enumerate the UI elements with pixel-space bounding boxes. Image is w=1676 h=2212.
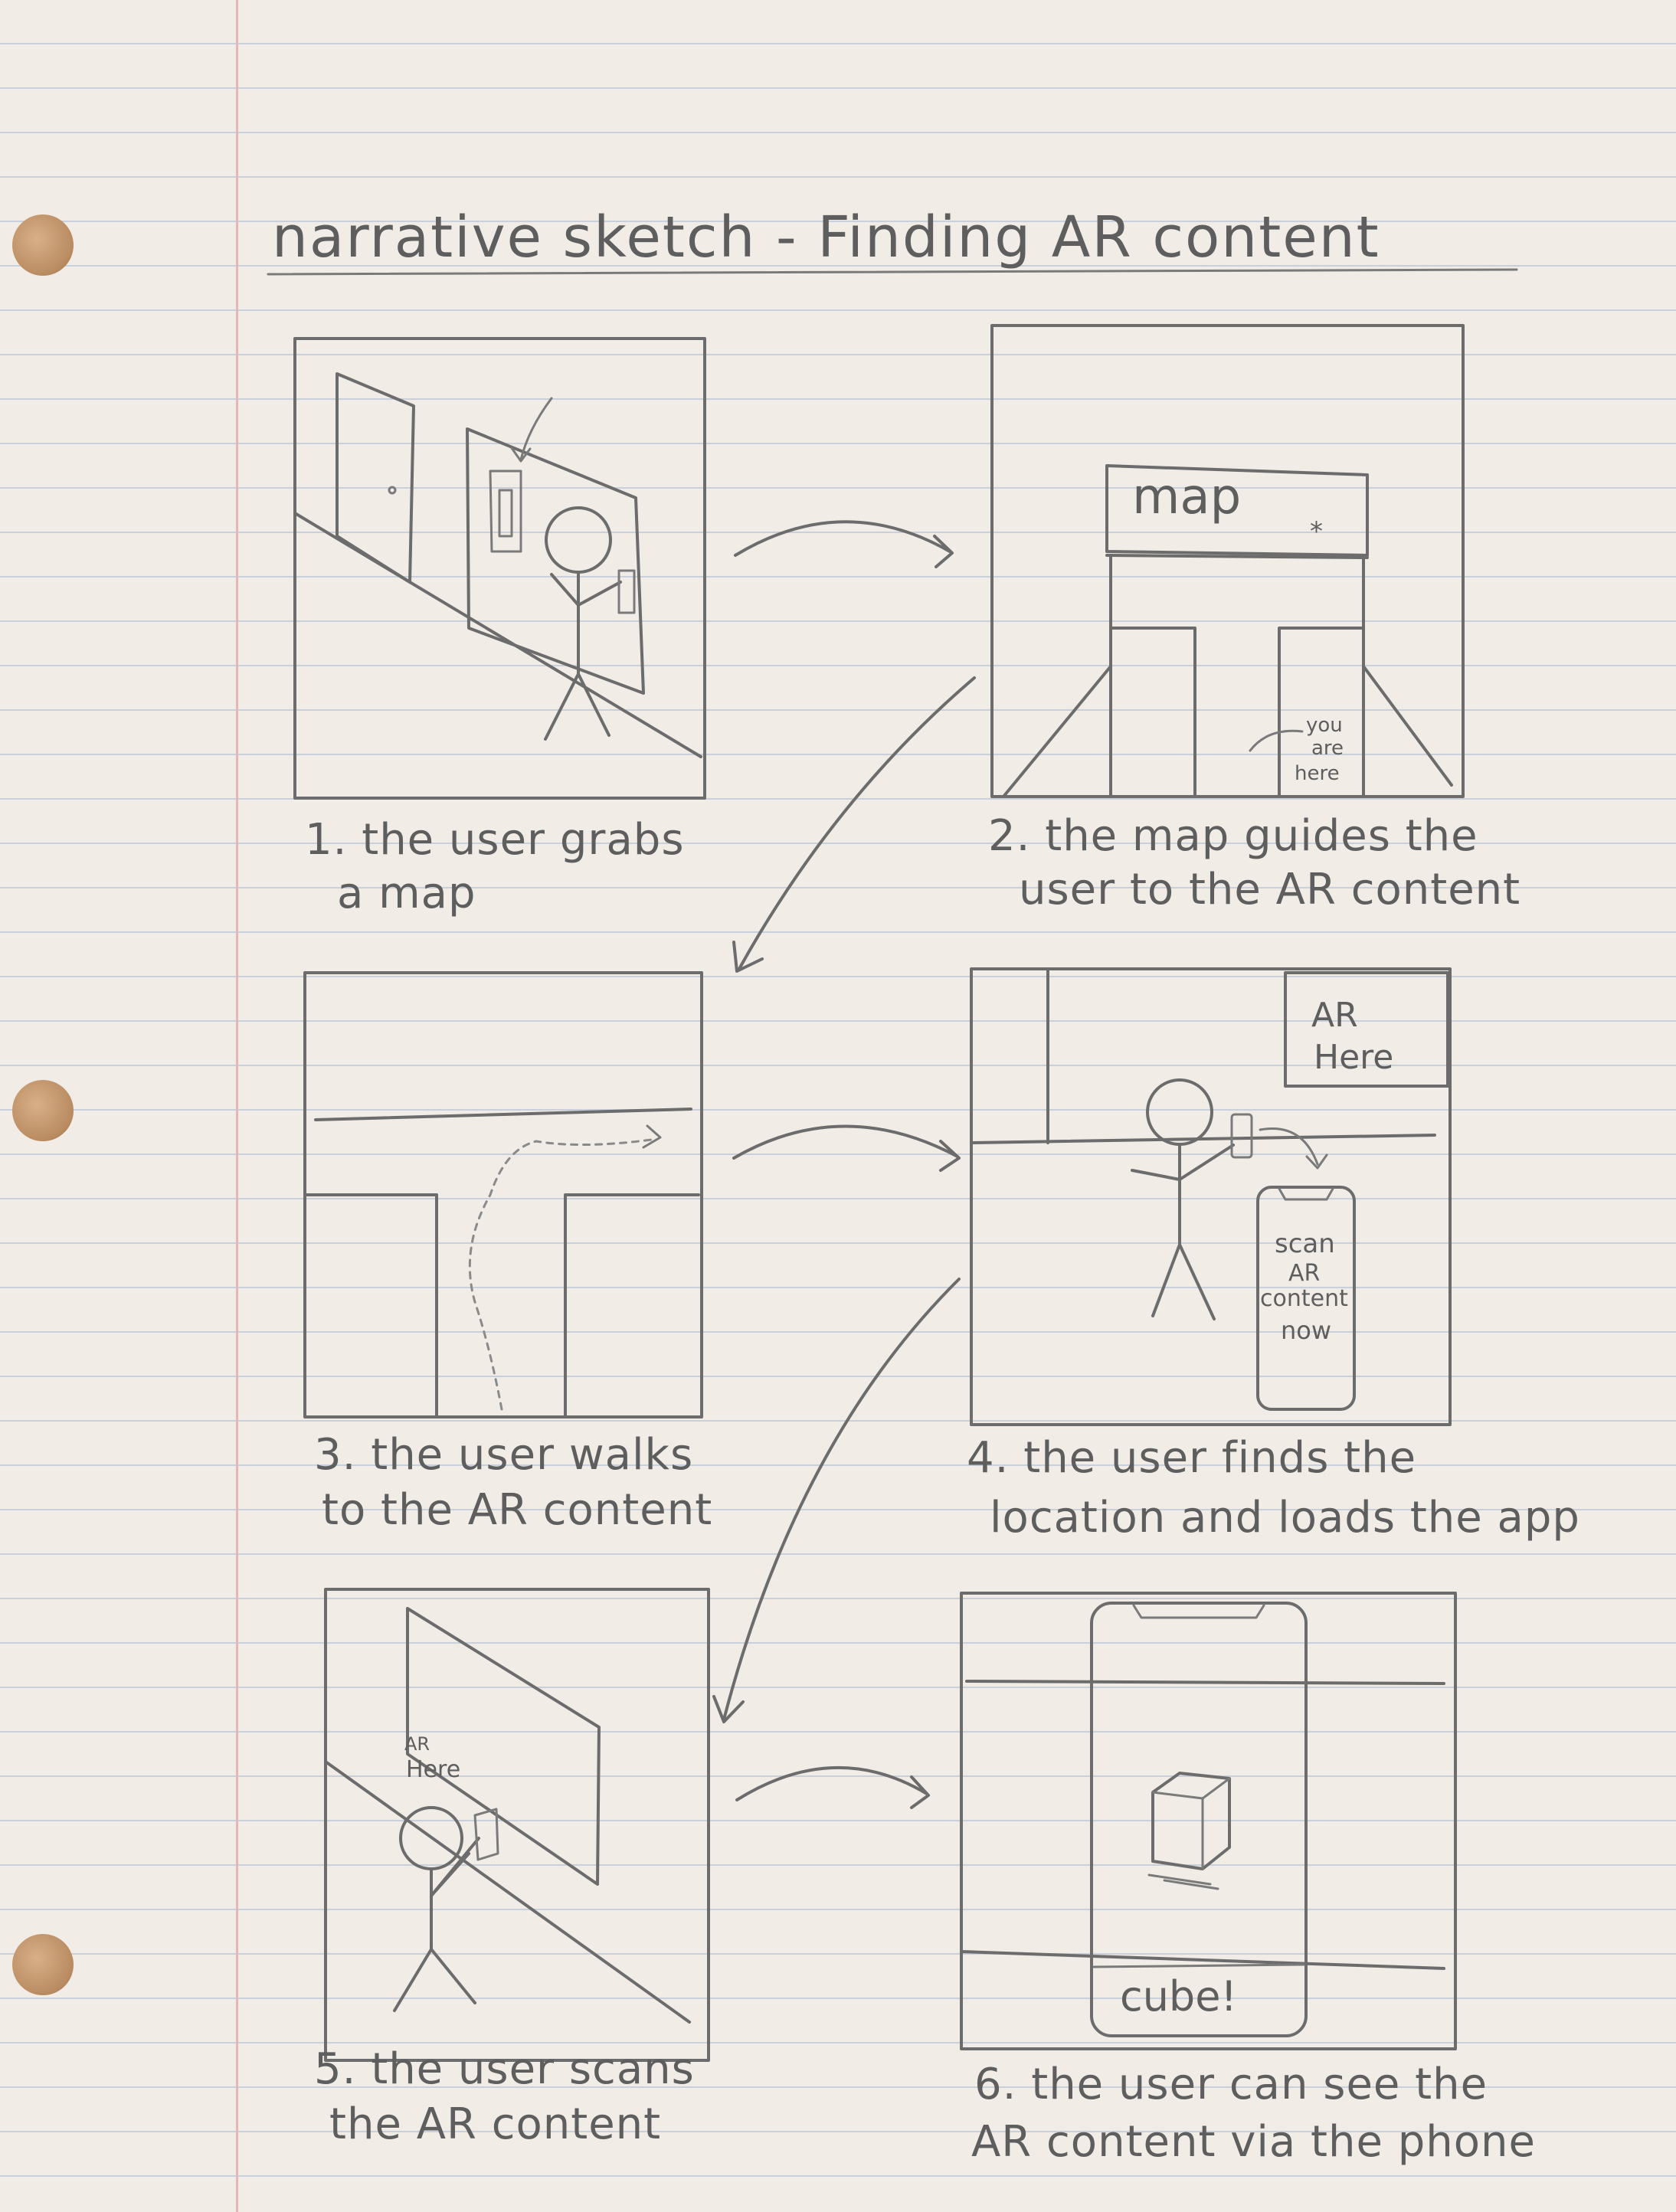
arrow-2-to-3 bbox=[738, 676, 976, 970]
ar-sign-board bbox=[406, 1607, 601, 1886]
phone-text-scan: scan bbox=[1275, 1229, 1335, 1259]
phone-notch bbox=[1132, 1604, 1265, 1619]
ar-sign-line2: Here bbox=[406, 1756, 460, 1783]
perspective-line-right bbox=[1362, 665, 1453, 787]
stick-figure-head bbox=[1146, 1078, 1213, 1146]
panel-2-caption-line1: 2. the map guides the bbox=[988, 811, 1478, 861]
panel-5-frame bbox=[324, 1588, 710, 2062]
stick-figure-arm-b bbox=[430, 1852, 470, 1897]
panel-6-top-line bbox=[965, 1680, 1445, 1685]
phone-text-content: content bbox=[1260, 1285, 1348, 1312]
arrow-3-to-4-head bbox=[939, 1140, 961, 1172]
held-phone bbox=[473, 1808, 499, 1861]
stick-figure-arm-left bbox=[1131, 1169, 1181, 1181]
corridor-right bbox=[1278, 554, 1365, 798]
panel-5-caption-line2: the AR content bbox=[329, 2099, 661, 2149]
walking-path bbox=[468, 1138, 653, 1411]
here-label: here bbox=[1295, 762, 1340, 785]
ar-sign-line1: AR bbox=[404, 1733, 430, 1755]
held-phone bbox=[1230, 1113, 1253, 1159]
ar-cube-shadow bbox=[1147, 1873, 1219, 1890]
stick-figure-arm-left bbox=[550, 573, 580, 607]
hallway-right-wall bbox=[564, 1193, 700, 1418]
back-wall-line bbox=[314, 1108, 692, 1121]
panel-4-caption-line2: location and loads the app bbox=[990, 1493, 1580, 1543]
you-are-here-pointer bbox=[1249, 729, 1304, 752]
panel-1-frame bbox=[293, 337, 706, 800]
pointer-arrow bbox=[519, 397, 553, 461]
panel-2-caption-line2: user to the AR content bbox=[1019, 865, 1521, 915]
door bbox=[336, 372, 415, 584]
ar-sign-line1: AR bbox=[1311, 996, 1358, 1035]
corridor-left bbox=[1109, 554, 1196, 798]
panel-1-caption-line1: 1. the user grabs bbox=[305, 815, 685, 865]
stick-figure-leg-left bbox=[393, 1948, 433, 2012]
door-knob bbox=[388, 486, 397, 495]
phone-label: cube! bbox=[1120, 1972, 1237, 2021]
panel-6-caption-line1: 6. the user can see the bbox=[974, 2060, 1488, 2109]
storyboard-sketch: narrative sketch - Finding AR content 1.… bbox=[267, 205, 1580, 2167]
phone-notch bbox=[1278, 1187, 1334, 1201]
arrow-1-to-2 bbox=[734, 520, 951, 557]
phone-label-divider bbox=[1092, 1963, 1305, 1968]
hallway-left-wall bbox=[305, 1193, 438, 1418]
panel-5-floor-line bbox=[324, 1760, 691, 2024]
panel-5-caption-line1: 5. the user scans bbox=[314, 2044, 695, 2094]
stick-figure-leg-right bbox=[577, 672, 610, 737]
stick-figure-arm-right bbox=[1178, 1144, 1235, 1181]
phone-outline bbox=[1090, 1602, 1308, 2037]
phone-text-now: now bbox=[1281, 1316, 1331, 1345]
panel-4: AR Here scan AR content now 4. the user … bbox=[967, 967, 1580, 1543]
stick-figure-leg-left bbox=[544, 672, 580, 741]
page-title: narrative sketch - Finding AR content bbox=[272, 205, 1380, 270]
arrow-3-to-4 bbox=[732, 1124, 959, 1160]
panel-6: cube! 6. the user can see the AR content… bbox=[960, 1592, 1536, 2167]
ar-sign-line2: Here bbox=[1314, 1038, 1393, 1077]
stick-figure-arm-right bbox=[577, 581, 622, 607]
panel-6-caption-line2: AR content via the phone bbox=[971, 2117, 1536, 2167]
held-map bbox=[617, 569, 636, 614]
flow-arrows bbox=[712, 520, 976, 1809]
panel-5: AR Here 5. the user scans the AR content bbox=[314, 1588, 710, 2149]
map-brochure bbox=[489, 470, 522, 553]
perspective-line-left bbox=[1002, 665, 1112, 798]
map-star: * bbox=[1310, 516, 1323, 547]
stick-figure-leg-left bbox=[1151, 1243, 1181, 1317]
phone-text-ar: AR bbox=[1288, 1260, 1320, 1287]
arrow-1-to-2-head bbox=[933, 535, 954, 568]
you-label: you bbox=[1306, 714, 1343, 737]
panel-3-caption-line2: to the AR content bbox=[322, 1485, 712, 1535]
stick-figure-head bbox=[545, 506, 612, 574]
panel-3-caption-line1: 3. the user walks bbox=[314, 1430, 693, 1480]
panel-1-caption-line2: a map bbox=[337, 869, 476, 918]
stick-figure-leg-right bbox=[1178, 1243, 1216, 1320]
walking-path-arrowhead bbox=[642, 1124, 662, 1149]
panel-4-caption-line1: 4. the user finds the bbox=[967, 1433, 1416, 1483]
arrow-4-to-5 bbox=[722, 1278, 961, 1721]
panel-1: 1. the user grabs a map bbox=[293, 337, 706, 918]
map-label: map bbox=[1132, 469, 1241, 525]
are-label: are bbox=[1311, 737, 1344, 760]
panel-3: 3. the user walks to the AR content bbox=[303, 971, 712, 1535]
arrow-5-to-6 bbox=[735, 1765, 928, 1801]
stick-figure-leg-right bbox=[430, 1948, 476, 2004]
arrow-5-to-6-head bbox=[910, 1775, 930, 1809]
panel-2: map * you are here 2. the map guides the… bbox=[988, 324, 1521, 915]
arrow-2-to-3-head bbox=[732, 941, 764, 973]
